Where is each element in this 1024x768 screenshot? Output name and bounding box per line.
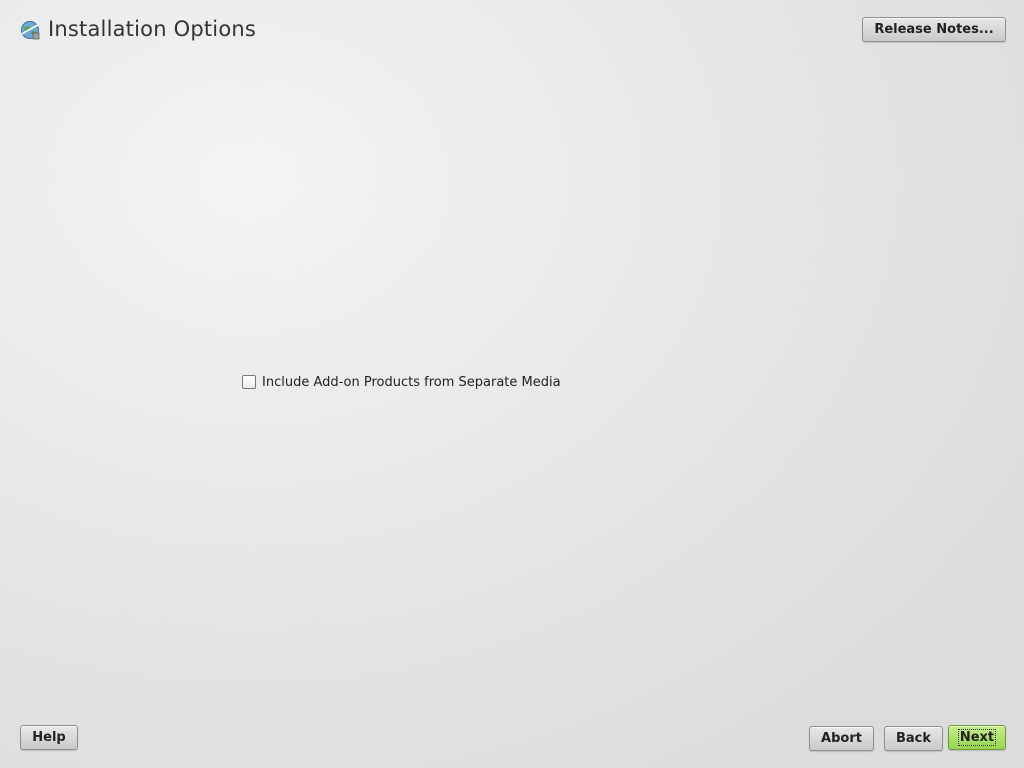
next-button-label: Next [957, 729, 997, 746]
next-button[interactable]: Next [948, 725, 1006, 750]
addon-products-option[interactable]: Include Add-on Products from Separate Me… [242, 374, 561, 390]
release-notes-button[interactable]: Release Notes... [862, 17, 1006, 42]
addon-products-checkbox[interactable] [242, 375, 256, 389]
back-button[interactable]: Back [884, 726, 943, 751]
installer-globe-icon [21, 21, 40, 40]
help-button[interactable]: Help [20, 725, 78, 750]
abort-button[interactable]: Abort [809, 726, 874, 751]
page-title: Installation Options [48, 17, 257, 41]
addon-products-label[interactable]: Include Add-on Products from Separate Me… [262, 375, 561, 390]
